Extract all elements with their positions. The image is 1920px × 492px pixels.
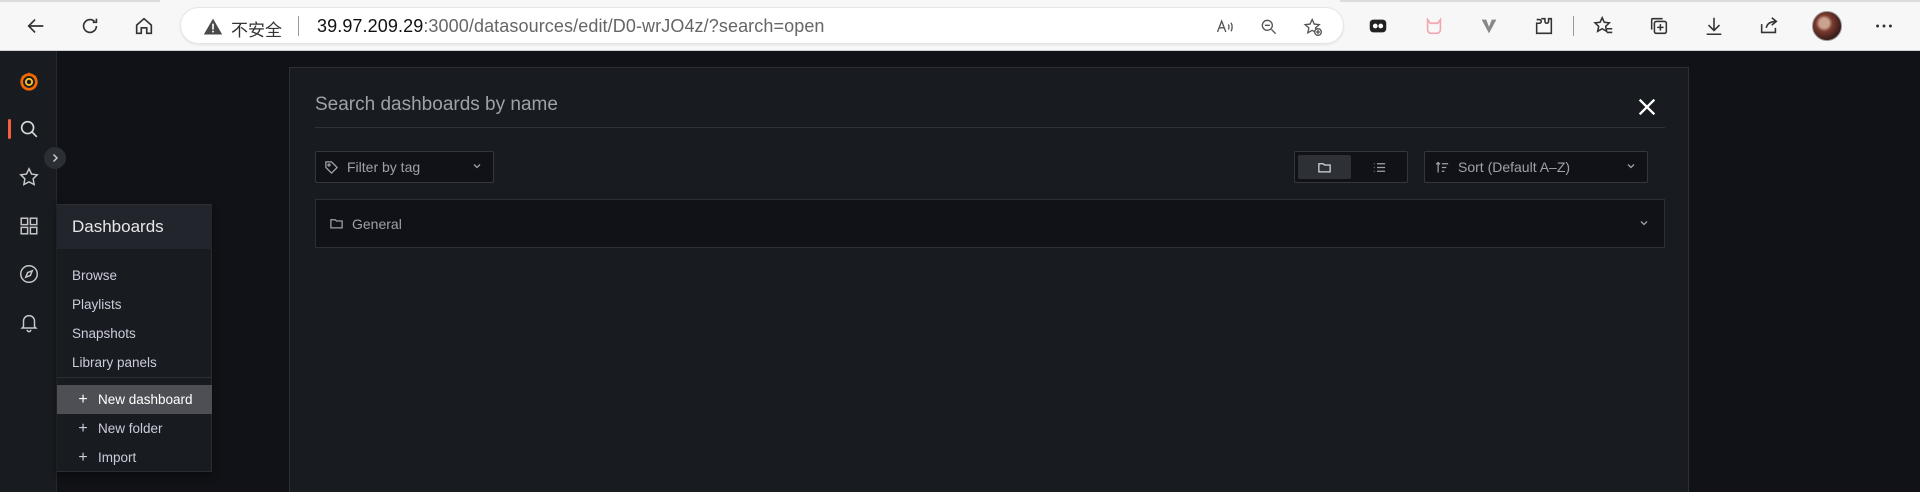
- sort-icon: [1435, 160, 1450, 175]
- refresh-icon: [82, 18, 98, 34]
- share-button[interactable]: [1755, 12, 1783, 40]
- flyout-item-browse[interactable]: Browse: [57, 261, 212, 290]
- read-aloud-button[interactable]: [1213, 15, 1237, 39]
- share-icon: [1760, 17, 1778, 34]
- chevron-down-icon: [473, 164, 481, 169]
- new-dashboard-label: New dashboard: [98, 392, 193, 407]
- v-extension-icon: [1481, 19, 1497, 34]
- downloads-button[interactable]: [1700, 12, 1728, 40]
- read-aloud-icon: [1216, 19, 1233, 33]
- favorites-icon: [1593, 15, 1613, 34]
- grafana-logo-icon: [19, 71, 38, 91]
- refresh-button[interactable]: [74, 10, 106, 42]
- dashboard-search-modal: Filter by tag Sort (Default A–Z) General: [289, 67, 1689, 492]
- active-indicator: [8, 119, 11, 139]
- cat-extension-icon: [1426, 17, 1442, 35]
- url-host: 39.97.209.29: [317, 16, 424, 36]
- flyout-item-playlists[interactable]: Playlists: [57, 290, 212, 319]
- layout-toggle: [1294, 151, 1408, 183]
- url-path: :3000/datasources/edit/D0-wrJO4z/?search…: [423, 16, 825, 36]
- bell-icon: [19, 314, 38, 333]
- plus-icon: +: [78, 448, 88, 466]
- folder-icon: [1318, 162, 1331, 172]
- extension-button-1[interactable]: [1364, 12, 1392, 40]
- address-separator: [298, 16, 299, 36]
- sort-select[interactable]: Sort (Default A–Z): [1424, 151, 1648, 183]
- favorites-button[interactable]: [1590, 12, 1618, 40]
- profile-avatar[interactable]: [1812, 11, 1842, 41]
- sidebar-item-starred[interactable]: [0, 155, 57, 199]
- more-button[interactable]: [1870, 12, 1898, 40]
- flyout-divider: [57, 377, 212, 378]
- dashboards-flyout: Dashboards Browse Playlists Snapshots Li…: [57, 204, 212, 472]
- plus-icon: +: [78, 419, 88, 437]
- sort-label: Sort (Default A–Z): [1458, 159, 1571, 175]
- warning-icon: [203, 18, 223, 35]
- new-folder-button[interactable]: + New folder: [57, 414, 212, 443]
- flyout-item-snapshots[interactable]: Snapshots: [57, 319, 212, 348]
- browser-toolbar: 不安全 39.97.209.29:3000/datasources/edit/D…: [0, 0, 1920, 51]
- extension-button-2[interactable]: [1420, 12, 1448, 40]
- more-icon: [1876, 24, 1892, 28]
- folder-row-general[interactable]: General: [315, 199, 1665, 248]
- mask-extension-icon: [1369, 19, 1387, 33]
- folder-icon: [329, 216, 344, 231]
- side-menu: [0, 51, 66, 492]
- import-label: Import: [98, 450, 137, 465]
- chevron-down-icon[interactable]: [1638, 217, 1650, 229]
- close-search-button[interactable]: [1632, 92, 1662, 122]
- apps-icon: [19, 217, 38, 235]
- add-favorite-icon: [1303, 17, 1322, 36]
- flyout-title[interactable]: Dashboards: [57, 205, 212, 249]
- collections-icon: [1650, 17, 1668, 35]
- url-text[interactable]: 39.97.209.29:3000/datasources/edit/D0-wr…: [317, 16, 825, 37]
- chevron-down-icon: [1627, 164, 1635, 169]
- tag-icon: [324, 160, 339, 175]
- dashboard-search-input[interactable]: [315, 82, 1665, 128]
- toolbar-separator: [1573, 16, 1574, 36]
- new-dashboard-button[interactable]: + New dashboard: [57, 385, 212, 414]
- import-button[interactable]: + Import: [57, 443, 212, 472]
- list-view-button[interactable]: [1353, 155, 1406, 179]
- insecure-label[interactable]: 不安全: [231, 16, 282, 41]
- plus-icon: +: [78, 390, 88, 408]
- sidebar-item-alerting[interactable]: [0, 300, 57, 344]
- search-icon: [20, 120, 37, 138]
- home-icon: [135, 17, 153, 35]
- sidebar-item-explore[interactable]: [0, 252, 57, 296]
- new-folder-label: New folder: [98, 421, 163, 436]
- add-favorite-button[interactable]: [1301, 15, 1325, 39]
- home-button[interactable]: [128, 10, 160, 42]
- arrow-left-icon: [27, 18, 44, 34]
- star-icon: [18, 167, 39, 186]
- close-icon: [1638, 98, 1656, 116]
- puzzle-icon: [1535, 17, 1553, 35]
- extensions-button[interactable]: [1530, 12, 1558, 40]
- collections-button[interactable]: [1645, 12, 1673, 40]
- sidebar-item-dashboards[interactable]: [0, 204, 57, 248]
- active-tab-edge: [160, 0, 1340, 2]
- compass-icon: [19, 265, 38, 283]
- zoom-out-button[interactable]: [1257, 15, 1281, 39]
- back-button[interactable]: [20, 10, 52, 42]
- flyout-item-library-panels[interactable]: Library panels: [57, 348, 212, 377]
- list-icon: [1373, 162, 1386, 172]
- sidebar-item-search[interactable]: [0, 107, 57, 151]
- address-bar[interactable]: 不安全 39.97.209.29:3000/datasources/edit/D…: [180, 7, 1344, 44]
- folder-view-button[interactable]: [1298, 155, 1351, 179]
- extension-button-3[interactable]: [1475, 12, 1503, 40]
- zoom-out-icon: [1261, 19, 1277, 35]
- grafana-home-link[interactable]: [0, 59, 57, 103]
- folder-name: General: [352, 215, 402, 232]
- tag-filter-placeholder: Filter by tag: [347, 159, 421, 175]
- tag-filter-select[interactable]: Filter by tag: [315, 151, 494, 183]
- download-icon: [1706, 17, 1722, 36]
